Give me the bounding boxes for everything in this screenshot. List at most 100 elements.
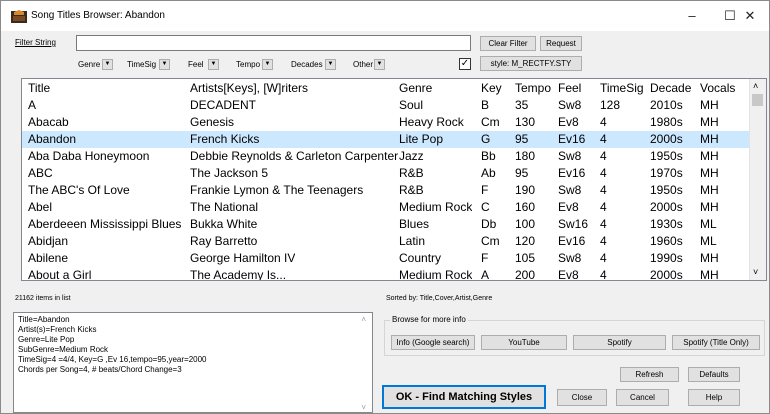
column-header-feel[interactable]: Feel bbox=[558, 79, 581, 97]
cell-key: Cm bbox=[481, 115, 500, 129]
cell-genre: Medium Rock bbox=[399, 268, 473, 281]
cell-timesig: 4 bbox=[600, 166, 607, 180]
song-titles-browser-window: Song Titles Browser: Abandon – ☐ ✕ Filte… bbox=[0, 0, 770, 414]
defaults-button[interactable]: Defaults bbox=[688, 367, 740, 382]
table-row[interactable]: Aberdeeen Mississippi Blues Bukka White Bl… bbox=[22, 216, 750, 233]
cell-feel: Ev8 bbox=[558, 268, 579, 281]
table-row[interactable]: A DECADENT Soul B 35 Sw8 128 2010s MH bbox=[22, 97, 750, 114]
table-row[interactable]: ABC The Jackson 5 R&B Ab 95 Ev16 4 1970s MH bbox=[22, 165, 750, 182]
scroll-thumb[interactable] bbox=[752, 94, 763, 106]
cell-timesig: 4 bbox=[600, 251, 607, 265]
spotify-button[interactable]: Spotify bbox=[573, 335, 666, 350]
cell-vocals: MH bbox=[700, 183, 719, 197]
cell-tempo: 130 bbox=[515, 115, 536, 129]
cell-artist: Genesis bbox=[190, 115, 235, 129]
cell-vocals: MH bbox=[700, 132, 719, 146]
feel-dropdown[interactable]: ▼ bbox=[208, 59, 219, 70]
cell-tempo: 160 bbox=[515, 200, 536, 214]
cell-vocals: MH bbox=[700, 200, 719, 214]
cell-genre: R&B bbox=[399, 166, 424, 180]
cell-decade: 1960s bbox=[650, 234, 683, 248]
list-vertical-scrollbar[interactable]: ˄ ˅ bbox=[749, 79, 766, 280]
table-row[interactable]: Abidjan Ray Barretto Latin Cm 120 Ev16 4 1960s M… bbox=[22, 233, 750, 250]
tempo-dropdown[interactable]: ▼ bbox=[262, 59, 273, 70]
close-window-button[interactable]: ✕ bbox=[731, 1, 769, 31]
scroll-down-icon[interactable]: ˅ bbox=[753, 267, 758, 277]
cell-decade: 2000s bbox=[650, 268, 683, 281]
request-button[interactable]: Request bbox=[540, 36, 582, 51]
cell-feel: Ev8 bbox=[558, 115, 579, 129]
column-header-artist[interactable]: Artists[Keys], [W]riters bbox=[190, 79, 308, 97]
timesig-dropdown[interactable]: ▼ bbox=[159, 59, 170, 70]
cancel-button[interactable]: Cancel bbox=[616, 389, 669, 406]
cell-vocals: MH bbox=[700, 166, 719, 180]
table-row[interactable]: Abandon French Kicks Lite Pop G 95 Ev16 4 2000s… bbox=[22, 131, 750, 148]
help-button[interactable]: Help bbox=[688, 389, 740, 406]
info-scroll-down-icon[interactable]: ˅ bbox=[361, 403, 366, 412]
column-header-timesig[interactable]: TimeSig bbox=[600, 79, 644, 97]
table-row[interactable]: About a Girl The Academy Is... Medium Rock… bbox=[22, 267, 750, 281]
table-row[interactable]: Aba Daba Honeymoon Debbie Reynolds & Carl… bbox=[22, 148, 750, 165]
cell-genre: Soul bbox=[399, 98, 424, 112]
minimize-button[interactable]: – bbox=[673, 1, 711, 31]
song-list[interactable]: Title Artists[Keys], [W]riters Genre Key Tem… bbox=[21, 78, 767, 281]
youtube-button[interactable]: YouTube bbox=[481, 335, 567, 350]
cell-vocals: ML bbox=[700, 217, 717, 231]
decades-dropdown[interactable]: ▼ bbox=[325, 59, 336, 70]
app-icon bbox=[11, 9, 27, 23]
table-row[interactable]: Abacab Genesis Heavy Rock Cm 130 Ev8 4 1980s MH bbox=[22, 114, 750, 131]
cell-key: C bbox=[481, 200, 490, 214]
style-checkbox[interactable]: ✓ bbox=[459, 58, 471, 70]
cell-tempo: 190 bbox=[515, 183, 536, 197]
cell-genre: Lite Pop bbox=[399, 132, 444, 146]
cell-key: F bbox=[481, 251, 489, 265]
cell-key: G bbox=[481, 132, 491, 146]
column-header-tempo[interactable]: Tempo bbox=[515, 79, 551, 97]
table-row[interactable]: Abel The National Medium Rock C 160 Ev8 4 2000s… bbox=[22, 199, 750, 216]
cell-feel: Ev16 bbox=[558, 132, 586, 146]
scroll-up-icon[interactable]: ˄ bbox=[753, 81, 758, 91]
cell-artist: Debbie Reynolds & Carleton Carpenter bbox=[190, 149, 399, 163]
cell-tempo: 95 bbox=[515, 166, 529, 180]
cell-timesig: 4 bbox=[600, 268, 607, 281]
cell-title: Aberdeeen Mississippi Blues bbox=[28, 217, 182, 231]
item-count: 21162 items in list bbox=[15, 295, 71, 302]
clear-filter-button[interactable]: Clear Filter bbox=[480, 36, 536, 51]
google-search-button[interactable]: Info (Google search) bbox=[391, 335, 475, 350]
song-info-box[interactable]: Title=Abandon Artist(s)=French Kicks Genre… bbox=[13, 312, 373, 413]
cell-decade: 1950s bbox=[650, 183, 683, 197]
genre-filter-label: Genre bbox=[78, 60, 101, 69]
cell-timesig: 4 bbox=[600, 115, 607, 129]
column-header-key[interactable]: Key bbox=[481, 79, 502, 97]
cell-feel: Sw16 bbox=[558, 217, 589, 231]
info-scroll-up-icon[interactable]: ˄ bbox=[361, 315, 366, 324]
cell-title: Aba Daba Honeymoon bbox=[28, 149, 150, 163]
ok-find-matching-styles-button[interactable]: OK - Find Matching Styles bbox=[382, 385, 546, 409]
info-line: Genre=Lite Pop bbox=[18, 335, 75, 344]
timesig-filter-label: TimeSig bbox=[127, 60, 157, 69]
genre-dropdown[interactable]: ▼ bbox=[102, 59, 113, 70]
column-header-genre[interactable]: Genre bbox=[399, 79, 432, 97]
cell-tempo: 95 bbox=[515, 132, 529, 146]
song-info-lines: Title=Abandon Artist(s)=French Kicks Genre… bbox=[14, 313, 372, 375]
table-row[interactable]: The ABC's Of Love Frankie Lymon & The Tee… bbox=[22, 182, 750, 199]
table-row[interactable]: Abilene George Hamilton IV Country F 105 Sw8 4… bbox=[22, 250, 750, 267]
refresh-button[interactable]: Refresh bbox=[620, 367, 679, 382]
sort-status: Sorted by: Title,Cover,Artist,Genre bbox=[386, 295, 493, 302]
filter-string-input[interactable] bbox=[76, 35, 471, 51]
cell-artist: DECADENT bbox=[190, 98, 257, 112]
other-dropdown[interactable]: ▼ bbox=[374, 59, 385, 70]
column-header-decade[interactable]: Decade bbox=[650, 79, 691, 97]
cell-vocals: MH bbox=[700, 251, 719, 265]
close-button[interactable]: Close bbox=[557, 389, 607, 406]
spotify-title-only-button[interactable]: Spotify (Title Only) bbox=[672, 335, 760, 350]
cell-feel: Ev16 bbox=[558, 166, 586, 180]
cell-timesig: 4 bbox=[600, 200, 607, 214]
cell-timesig: 4 bbox=[600, 183, 607, 197]
cell-feel: Sw8 bbox=[558, 98, 582, 112]
cell-artist: Bukka White bbox=[190, 217, 258, 231]
cell-key: Ab bbox=[481, 166, 496, 180]
style-button[interactable]: style: M_RECTFY.STY bbox=[480, 56, 582, 71]
column-header-vocals[interactable]: Vocals bbox=[700, 79, 735, 97]
column-header-title[interactable]: Title bbox=[28, 79, 50, 97]
